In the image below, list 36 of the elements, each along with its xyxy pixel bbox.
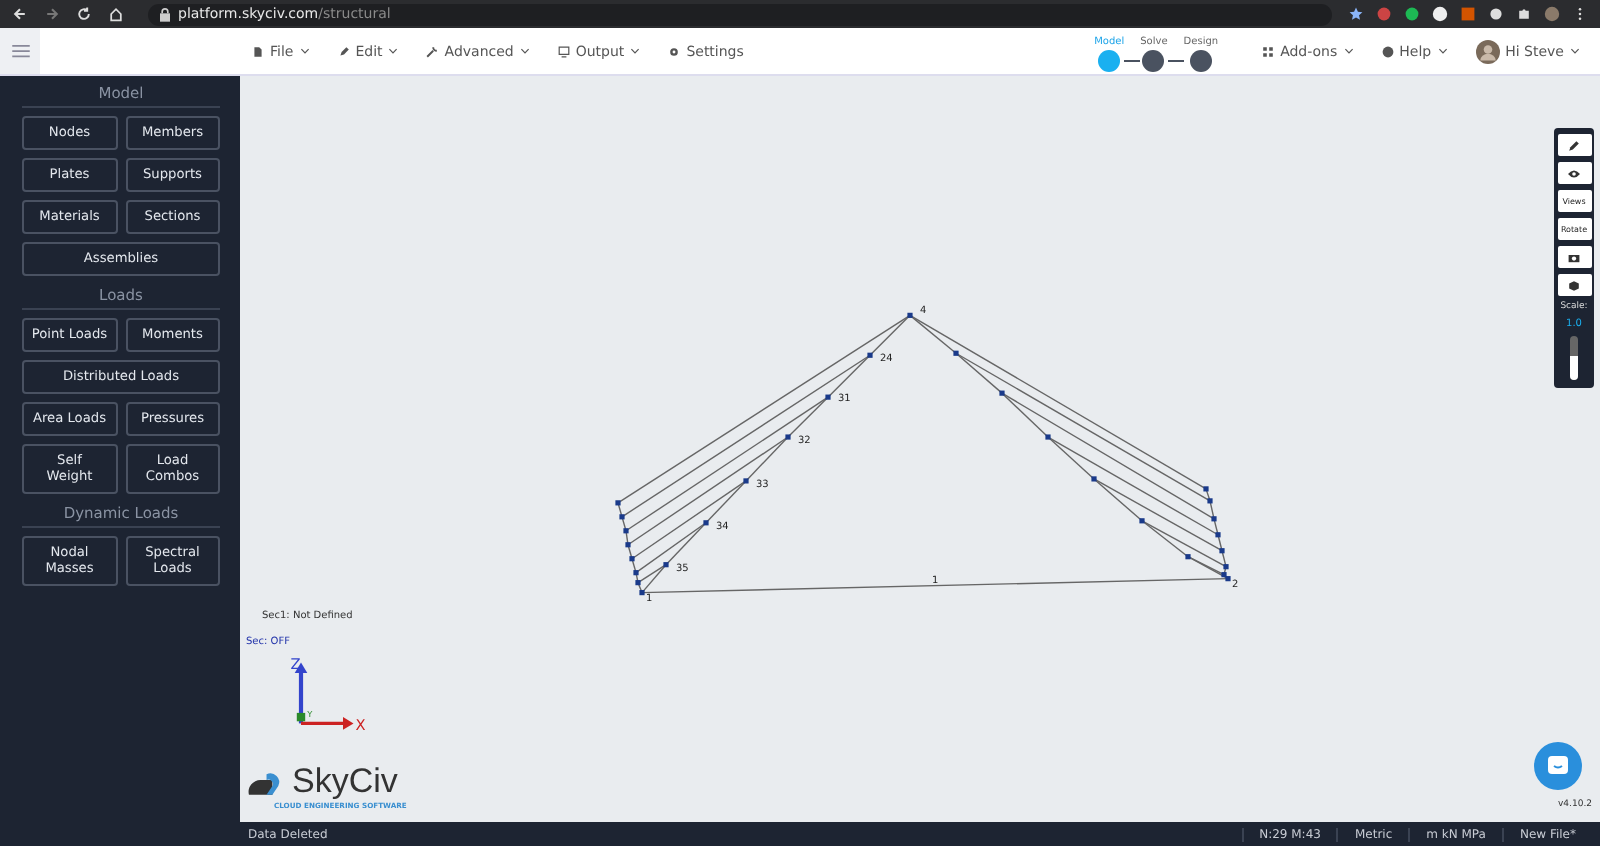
profile-avatar-icon[interactable]: [1544, 6, 1560, 22]
cube-icon: [1568, 279, 1580, 291]
visibility-button[interactable]: [1557, 162, 1591, 184]
caret-icon: [519, 48, 530, 54]
chat-button[interactable]: [1534, 742, 1582, 790]
menu-item-icon: [668, 45, 681, 57]
reload-icon[interactable]: [76, 6, 92, 22]
3d-view-button[interactable]: [1557, 274, 1591, 296]
caret-icon: [630, 48, 641, 54]
forward-arrow-icon[interactable]: [44, 6, 60, 22]
eye-icon: [1568, 167, 1580, 179]
grid-icon: [1262, 45, 1275, 57]
edit-button[interactable]: [1557, 134, 1591, 156]
menu-icon: [11, 44, 29, 58]
menu-item-icon: [557, 45, 570, 57]
scale-slider[interactable]: [1570, 336, 1578, 380]
z-axis-arrow: [294, 662, 308, 724]
caret-icon: [1437, 48, 1448, 54]
back-arrow-icon[interactable]: [12, 6, 28, 22]
caret-icon: [1343, 48, 1354, 54]
lock-icon: [160, 7, 170, 21]
menu-item-icon: [252, 45, 264, 57]
chat-bubble-icon: [1546, 754, 1570, 778]
screenshot-button[interactable]: [1557, 246, 1591, 268]
x-axis-arrow: [301, 717, 354, 730]
logo-wordmark: SkyCiv: [292, 762, 398, 802]
pencil-icon: [1568, 139, 1580, 151]
camera-icon: [1568, 251, 1580, 263]
caret-icon: [299, 48, 310, 54]
star-icon[interactable]: [1348, 6, 1364, 22]
home-icon[interactable]: [108, 6, 124, 22]
caret-icon: [388, 48, 399, 54]
menu-item-icon: [426, 45, 439, 57]
menu-item-icon: [337, 45, 350, 57]
caret-icon: [1570, 48, 1580, 54]
avatar-icon: [1475, 39, 1500, 63]
